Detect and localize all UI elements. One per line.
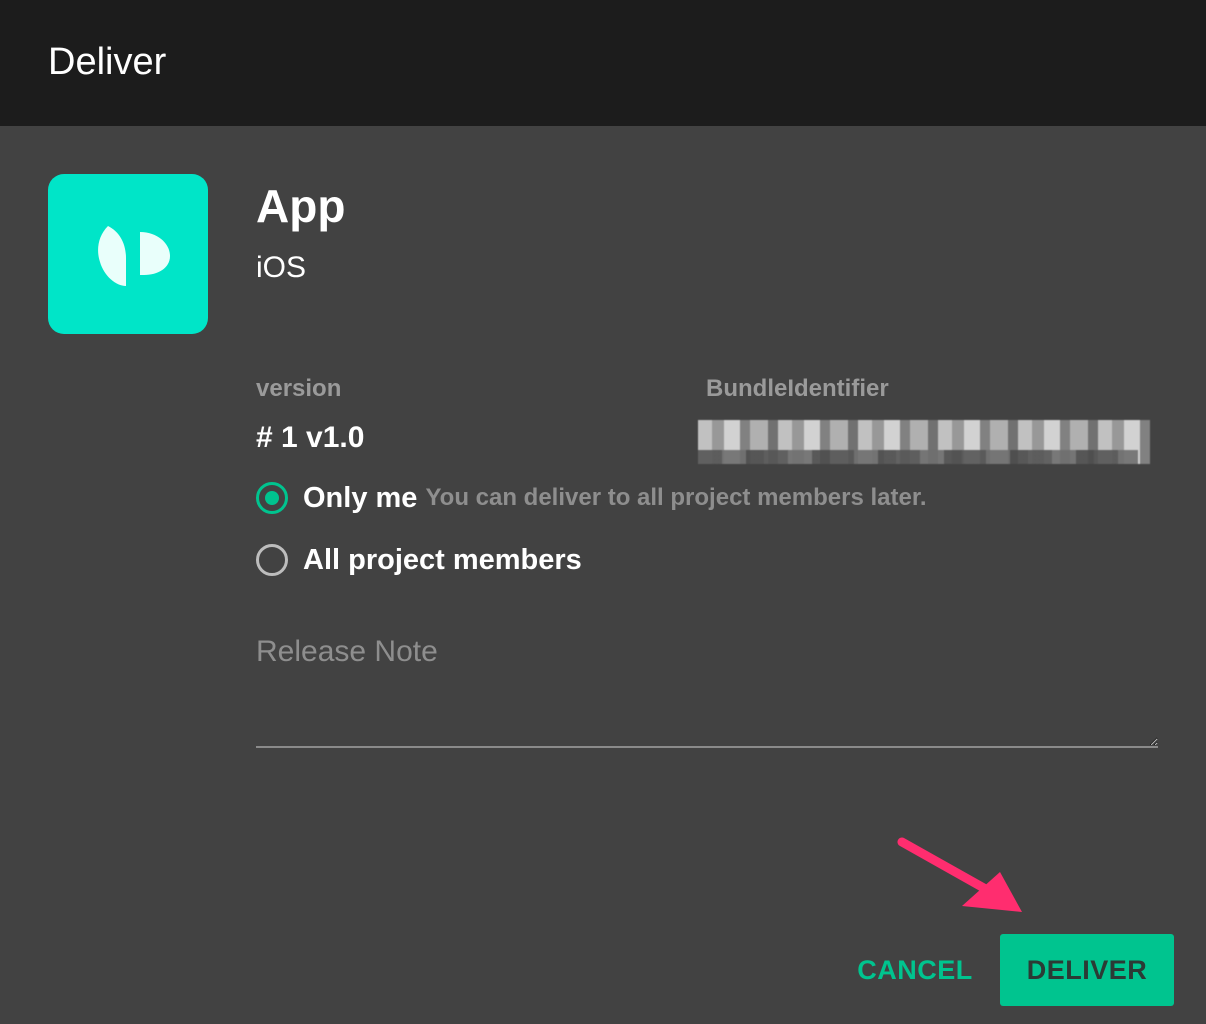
- all-members-label: All project members: [303, 543, 582, 576]
- release-note-input[interactable]: [256, 630, 1158, 748]
- pointer-arrow-icon: [897, 837, 1022, 912]
- app-platform: iOS: [256, 251, 307, 284]
- only-me-hint: You can deliver to all project members l…: [425, 484, 927, 511]
- deliver-button[interactable]: DELIVER: [1000, 934, 1174, 1006]
- cancel-button[interactable]: CANCEL: [848, 940, 982, 1000]
- radio-unchecked-icon[interactable]: [256, 544, 288, 576]
- radio-option-all-members[interactable]: All project members: [256, 540, 582, 580]
- dialog-title: Deliver: [48, 41, 167, 83]
- version-value: # 1 v1.0: [256, 421, 365, 454]
- bundle-identifier-label: BundleIdentifier: [706, 375, 889, 402]
- version-label: version: [256, 375, 342, 402]
- only-me-label: Only me: [303, 481, 418, 514]
- app-logo-icon: [48, 174, 208, 334]
- dialog-title-bar: Deliver: [0, 0, 1206, 126]
- radio-option-only-me[interactable]: Only me You can deliver to all project m…: [256, 478, 927, 518]
- deliver-dialog: Deliver App iOS version # 1 v1.0 BundleI…: [0, 0, 1206, 1024]
- bundle-identifier-value-redacted: [698, 420, 1150, 464]
- radio-checked-icon[interactable]: [256, 482, 288, 514]
- app-name: App: [256, 180, 346, 232]
- app-logo-glyph-icon: [98, 226, 170, 286]
